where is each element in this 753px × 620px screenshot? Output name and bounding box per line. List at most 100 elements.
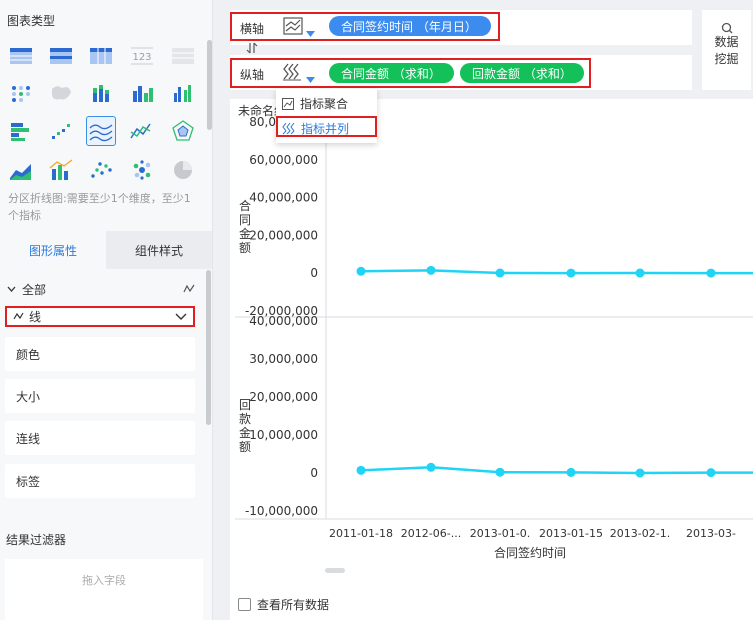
y-axis-title-char: 款 [239, 412, 251, 426]
y-tick-label: 20,000,000 [249, 228, 318, 242]
y-tick-label: -10,000,000 [245, 504, 318, 518]
cross-table-icon[interactable] [86, 40, 116, 70]
show-all-label: 查看所有数据 [257, 598, 330, 612]
menu-item-indicator-aggregate[interactable]: 指标聚合 [282, 95, 348, 112]
mining-line2: 挖掘 [714, 52, 739, 66]
x-axis-title: 合同签约时间 [494, 545, 566, 560]
radar-icon[interactable] [168, 116, 198, 146]
partition-line-chart-icon[interactable] [283, 17, 303, 35]
detail-table-icon[interactable] [168, 40, 198, 70]
show-all-data-row[interactable]: 查看所有数据 [238, 596, 329, 613]
svg-text:123: 123 [132, 52, 151, 63]
property-color[interactable]: 颜色 [5, 337, 195, 371]
y-axis-title-char: 金 [239, 226, 251, 241]
chart-types-title: 图表类型 [7, 14, 56, 28]
line-type-icon [183, 284, 195, 293]
data-point [495, 268, 505, 278]
x-tick-label: 2013-03- [686, 527, 736, 540]
property-size[interactable]: 大小 [5, 379, 195, 413]
data-point [426, 462, 436, 472]
y-tick-label: 40,000,000 [249, 191, 318, 205]
caret-down-icon[interactable] [306, 31, 315, 37]
chevron-down-icon [7, 286, 16, 292]
chart-types-scrollbar[interactable] [207, 40, 212, 130]
line-property-select[interactable]: 线 [5, 306, 195, 327]
data-mining-button[interactable]: 数据 挖掘 [702, 10, 751, 90]
parallel-icon [282, 122, 295, 134]
dot-matrix-icon[interactable] [6, 78, 36, 108]
menu-item-label: 指标并列 [301, 122, 350, 136]
y-tick-label: 60,000,000 [249, 153, 318, 167]
left-panel: 图表类型 123 分区折线图:需要至少1个维度，至少1个指标 图形属性 组件样式… [0, 0, 213, 620]
y-field-pill-contract-amount[interactable]: 合同金额 （求和） [329, 63, 454, 83]
y-axis-title-char: 金 [239, 425, 251, 440]
tab-component-style[interactable]: 组件样式 [106, 231, 212, 269]
grouped-table-icon[interactable] [46, 40, 76, 70]
line-select-label: 线 [29, 310, 42, 324]
data-point [635, 468, 645, 478]
column-chart-icon[interactable] [168, 78, 198, 108]
data-point [566, 467, 576, 477]
drop-placeholder: 拖入字段 [82, 574, 126, 587]
data-point [356, 266, 366, 276]
y-field-pill-payment-amount[interactable]: 回款金额 （求和） [460, 63, 584, 83]
chart-scrollbar[interactable] [325, 568, 345, 573]
filter-drop-zone[interactable]: 拖入字段 [5, 559, 203, 620]
properties-scrollbar[interactable] [206, 270, 211, 425]
combo-chart-icon[interactable] [46, 155, 76, 185]
map-icon[interactable] [46, 78, 76, 108]
indicator-parallel-icon[interactable] [282, 63, 302, 81]
x-tick-label: 2013-01-0. [470, 527, 530, 540]
y-tick-label: 40,000,000 [249, 314, 318, 328]
series-line [360, 466, 753, 475]
data-point [635, 268, 645, 278]
area-chart-icon[interactable] [6, 155, 36, 185]
y-tick-label: 20,000,000 [249, 390, 318, 404]
y-axis-title-char: 额 [239, 440, 251, 454]
series-line [360, 269, 753, 275]
menu-item-label: 指标聚合 [300, 97, 349, 111]
x-tick-label: 2013-02-1. [610, 527, 670, 540]
line-chart-icon[interactable] [127, 116, 157, 146]
property-label[interactable]: 标签 [5, 464, 195, 498]
menu-item-indicator-parallel[interactable]: 指标并列 [282, 120, 349, 137]
all-properties-row[interactable]: 全部 [7, 280, 195, 298]
y-axis-title-char: 额 [239, 241, 251, 255]
y-tick-label: 30,000,000 [249, 352, 318, 366]
bubble-icon[interactable] [127, 155, 157, 185]
table-icon[interactable] [6, 40, 36, 70]
y-axis-title-char: 回 [239, 398, 251, 412]
bar-chart-icon[interactable] [127, 78, 157, 108]
data-point [495, 467, 505, 477]
mining-line1: 数据 [714, 35, 739, 49]
y-axis-title-char: 同 [239, 213, 251, 227]
caret-down-icon[interactable] [306, 77, 315, 83]
y-axis-label: 纵轴 [240, 68, 265, 82]
swap-icon[interactable] [246, 42, 258, 54]
property-tabs: 图形属性 组件样式 [0, 231, 212, 269]
x-tick-label: 2012-06-... [401, 527, 461, 540]
data-point [706, 468, 716, 478]
chart-type-hint: 分区折线图:需要至少1个维度，至少1个指标 [8, 192, 191, 222]
pie-icon[interactable] [168, 155, 198, 185]
tab-graph-properties[interactable]: 图形属性 [0, 231, 106, 269]
show-all-checkbox[interactable] [238, 598, 251, 611]
scatter-icon[interactable] [86, 155, 116, 185]
indicator-mode-dropdown: 指标聚合 指标并列 [276, 89, 377, 143]
y-axis-title-char: 合 [239, 198, 251, 213]
chevron-down-icon [175, 313, 187, 320]
y-tick-label: 0 [310, 266, 318, 280]
x-tick-label: 2011-01-18 [329, 527, 393, 540]
result-filter-title: 结果过滤器 [6, 533, 67, 547]
y-tick-label: 0 [310, 466, 318, 480]
x-field-pill[interactable]: 合同签约时间 （年月日） [329, 16, 491, 36]
partition-line-chart: 80,000,00060,000,00040,000,00020,000,000… [235, 107, 753, 573]
x-tick-label: 2013-01-15 [539, 527, 603, 540]
property-connect-line[interactable]: 连线 [5, 421, 195, 455]
partition-line-icon[interactable] [86, 116, 116, 146]
search-icon [721, 22, 732, 34]
kpi-number-icon[interactable]: 123 [127, 40, 157, 70]
scatter-trend-icon[interactable] [46, 116, 76, 146]
horizontal-bar-icon[interactable] [6, 116, 36, 146]
stacked-bar-icon[interactable] [86, 78, 116, 108]
